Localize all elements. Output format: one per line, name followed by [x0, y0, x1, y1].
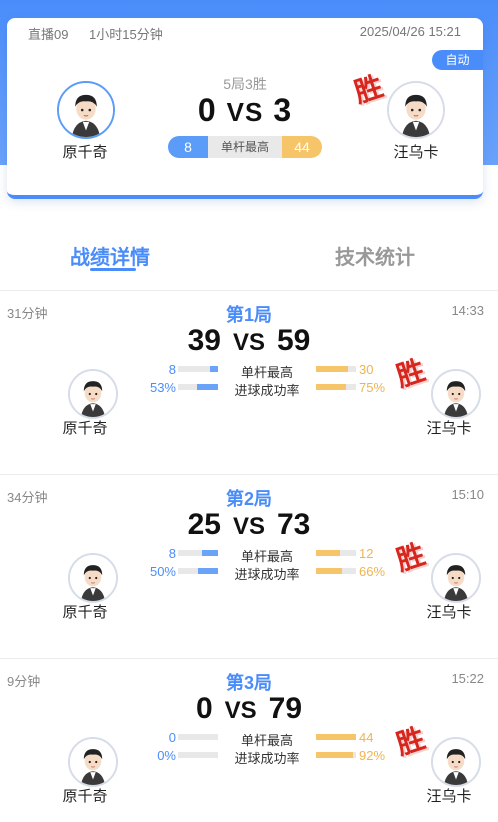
high-break-left-value: 0: [168, 730, 176, 745]
pot-success-left-bar: [178, 752, 218, 758]
pot-success-right-value: 92%: [359, 748, 386, 763]
round-vs-label: VS: [224, 697, 257, 724]
bar-fill: [316, 366, 348, 372]
player-avatar-icon: [433, 555, 479, 601]
pot-success-left-bar: [178, 568, 218, 574]
high-break-left-value: 8: [168, 546, 176, 561]
round-card[interactable]: 34分钟 15:10 第2局 25 VS 73 8 单杆最高 12 50% 进球成功率 66% 原千奇胜…: [0, 476, 498, 660]
round-player-left-name: 原千奇: [62, 788, 108, 805]
round-score-right: 73: [277, 508, 311, 541]
round-score: 0 VS 79: [0, 692, 498, 726]
pot-success-label: 进球成功率: [234, 751, 300, 766]
bar-fill: [316, 734, 356, 740]
round-player-right-name: 汪乌卡: [426, 788, 472, 805]
round-vs-label: VS: [232, 329, 265, 356]
round-score-left: 0: [195, 692, 213, 725]
high-break-label: 单杆最高: [208, 136, 282, 158]
player-avatar-icon: [70, 555, 116, 601]
round-player-left-name: 原千奇: [62, 420, 108, 437]
bar-fill: [209, 366, 218, 372]
round-player-right-avatar[interactable]: [431, 553, 481, 603]
bar-fill: [316, 550, 340, 556]
match-datetime: 2025/04/26 15:21: [359, 24, 461, 39]
auto-badge[interactable]: 自动: [432, 50, 483, 70]
pot-success-label: 进球成功率: [234, 383, 300, 398]
bar-fill: [196, 384, 218, 390]
round-card[interactable]: 9分钟 15:22 第3局 0 VS 79 0 单杆最高 44 0% 进球成功率 92% 原千奇胜汪乌卡: [0, 660, 498, 822]
pot-success-left-value: 53%: [149, 380, 176, 395]
pot-success-right-value: 75%: [359, 380, 386, 395]
divider: [0, 290, 498, 291]
round-vs-label: VS: [232, 513, 265, 540]
high-break-right-bar: [316, 734, 356, 740]
round-player-left-name: 原千奇: [62, 604, 108, 621]
round-score-right: 59: [277, 324, 311, 357]
high-break-right-value: 30: [359, 362, 374, 377]
pot-success-left-bar: [178, 384, 218, 390]
bar-fill: [316, 568, 343, 574]
player-avatar-icon: [70, 371, 116, 417]
bar-fill: [198, 568, 218, 574]
player-avatar-icon: [389, 83, 443, 137]
vs-label: VS: [226, 97, 264, 127]
round-score-left: 25: [187, 508, 221, 541]
match-summary-card: 直播09 1小时15分钟 2025/04/26 15:21 自动 原千奇 5局3…: [7, 18, 483, 199]
high-break-right-value: 12: [359, 546, 374, 561]
player-avatar-icon: [433, 371, 479, 417]
tab-technical-stats[interactable]: 技术统计: [335, 241, 415, 270]
tab-match-details[interactable]: 战绩详情: [70, 241, 150, 270]
match-duration: 1小时15分钟: [89, 27, 163, 42]
high-break-left-value: 8: [168, 362, 176, 377]
bar-fill: [316, 752, 353, 758]
high-break-label: 单杆最高: [240, 365, 293, 380]
pot-success-right-value: 66%: [359, 564, 386, 579]
bar-fill: [316, 384, 346, 390]
round-player-right-avatar[interactable]: [431, 737, 481, 787]
high-break-right-bar: [316, 550, 356, 556]
high-break-left: 8: [168, 136, 208, 158]
pot-success-left-value: 0%: [157, 748, 176, 763]
high-break-right-value: 44: [359, 730, 374, 745]
high-break-left-bar: [178, 366, 218, 372]
score-left: 0: [197, 92, 217, 128]
round-player-right-name: 汪乌卡: [426, 420, 472, 437]
pot-success-left-value: 50%: [149, 564, 176, 579]
high-break-bar: 8 单杆最高 44: [168, 136, 322, 158]
tab-bar: 战绩详情 技术统计: [0, 225, 498, 285]
round-score: 39 VS 59: [0, 324, 498, 358]
live-room-label: 直播09: [28, 27, 69, 42]
high-break-left-bar: [178, 550, 218, 556]
score-right: 3: [273, 92, 293, 128]
high-break-right: 44: [282, 136, 322, 158]
pot-success-right-bar: [316, 568, 356, 574]
tab-active-underline: [90, 268, 136, 271]
round-player-left-avatar[interactable]: [68, 737, 118, 787]
round-player-right-name: 汪乌卡: [426, 604, 472, 621]
player-left-name: 原千奇: [62, 144, 108, 161]
high-break-label: 单杆最高: [240, 733, 293, 748]
round-score-right: 79: [268, 692, 303, 725]
pot-success-right-bar: [316, 384, 356, 390]
high-break-right-bar: [316, 366, 356, 372]
round-score-left: 39: [187, 324, 221, 357]
player-avatar-icon: [433, 739, 479, 785]
player-right-name: 汪乌卡: [393, 144, 439, 161]
round-score: 25 VS 73: [0, 508, 498, 542]
high-break-left-bar: [178, 734, 218, 740]
round-card[interactable]: 31分钟 14:33 第1局 39 VS 59 8 单杆最高 30 53% 进球成功率 75% 原千奇胜…: [0, 292, 498, 476]
round-player-left-avatar[interactable]: [68, 553, 118, 603]
divider: [0, 658, 498, 659]
high-break-label: 单杆最高: [240, 549, 293, 564]
player-right-avatar[interactable]: [387, 81, 445, 139]
player-avatar-icon: [70, 739, 116, 785]
divider: [0, 474, 498, 475]
round-player-right-avatar[interactable]: [431, 369, 481, 419]
bar-fill: [202, 550, 218, 556]
pot-success-label: 进球成功率: [234, 567, 300, 582]
pot-success-right-bar: [316, 752, 356, 758]
round-player-left-avatar[interactable]: [68, 369, 118, 419]
